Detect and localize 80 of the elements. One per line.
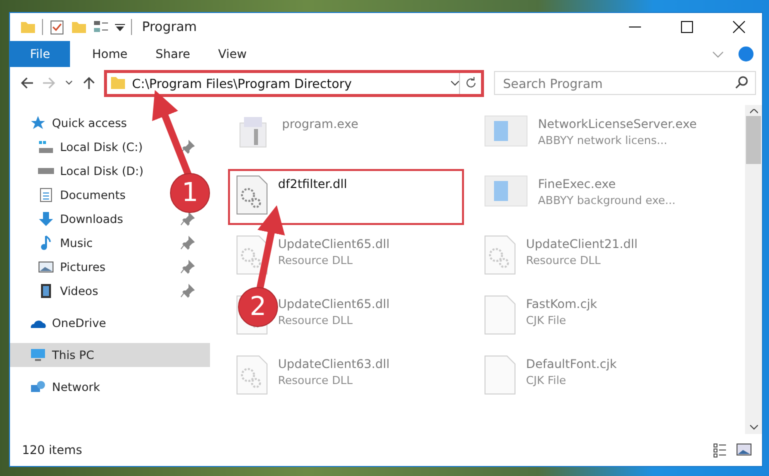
- pin-icon: [180, 259, 196, 275]
- item-count: 120 items: [22, 443, 84, 457]
- scroll-down-icon: [750, 425, 758, 430]
- file-name[interactable]: UpdateClient63.dll: [278, 357, 390, 371]
- step-number: 1: [170, 173, 210, 213]
- file-name[interactable]: FineExec.exe: [538, 177, 676, 191]
- scroll-up-icon: [750, 109, 758, 114]
- file-name[interactable]: UpdateClient21.dll: [526, 237, 638, 251]
- address-bar[interactable]: C:\Program Files\Program Directory: [104, 70, 484, 96]
- file-description: CJK File: [526, 314, 568, 327]
- window-icon: [484, 115, 528, 147]
- document-icon: [38, 187, 54, 203]
- back-button[interactable]: [20, 76, 34, 90]
- file-name[interactable]: NetworkLicenseServer.exe: [538, 117, 697, 131]
- file-description: CJK File: [526, 374, 568, 387]
- file-description: Resource DLL: [278, 254, 354, 267]
- ribbon-tab[interactable]: View: [204, 41, 261, 67]
- up-button[interactable]: [82, 76, 96, 90]
- checklist-icon: [49, 19, 65, 35]
- folder-icon: [20, 19, 36, 35]
- sidebar-item[interactable]: OneDrive: [10, 311, 156, 335]
- step-number: 2: [238, 287, 278, 327]
- file-description: ABBYY background exe...: [538, 194, 676, 207]
- file-name[interactable]: df2tfilter.dll: [278, 177, 348, 191]
- picture-icon: [38, 259, 54, 275]
- network-icon: [30, 379, 46, 395]
- scrollbar[interactable]: [745, 105, 762, 434]
- window-icon: [484, 175, 528, 207]
- folder-icon: [71, 19, 87, 35]
- chevron-down-icon: [451, 80, 459, 86]
- details-view-icon: [712, 442, 728, 458]
- file-description: Resource DLL: [278, 314, 354, 327]
- pin-icon: [180, 211, 196, 227]
- file-name[interactable]: FastKom.cjk: [526, 297, 598, 311]
- pin-icon: [180, 235, 196, 251]
- file-name[interactable]: UpdateClient65.dll: [278, 297, 390, 311]
- monitor-icon: [30, 347, 46, 363]
- drive-icon: [38, 168, 54, 174]
- star-icon: [30, 115, 46, 131]
- search-field[interactable]: Search Program: [494, 71, 756, 95]
- drive-icon: [38, 139, 54, 155]
- gear-file-icon: [484, 235, 516, 275]
- scrollbar-thumb[interactable]: [746, 116, 761, 164]
- pin-icon: [180, 139, 196, 155]
- blank-file-icon: [484, 355, 516, 395]
- ribbon-tab[interactable]: Share: [142, 41, 204, 67]
- pin-icon: [180, 283, 196, 299]
- window-title: Program: [142, 20, 198, 34]
- refresh-icon: [464, 77, 476, 89]
- sidebar-item[interactable]: Quick access: [10, 111, 156, 135]
- maximize-icon: [681, 21, 693, 33]
- sidebar-item[interactable]: Local Disk (C:): [10, 135, 156, 159]
- gear-file-icon: [236, 175, 268, 215]
- large-icons-view-icon: [736, 442, 752, 458]
- gear-file-icon: [236, 355, 268, 395]
- file-name[interactable]: DefaultFont.cjk: [526, 357, 617, 371]
- file-description: Resource DLL: [526, 254, 602, 267]
- search-icon: [734, 75, 750, 91]
- ribbon-tab[interactable]: File: [10, 41, 70, 67]
- file-name[interactable]: program.exe: [282, 117, 358, 131]
- file-name[interactable]: UpdateClient65.dll: [278, 237, 390, 251]
- folder-icon: [110, 75, 126, 91]
- file-description: Resource DLL: [278, 374, 354, 387]
- sidebar-item[interactable]: Local Disk (D:): [10, 159, 156, 183]
- ribbon-tab[interactable]: Home: [78, 41, 142, 67]
- sidebar-item[interactable]: Pictures: [10, 255, 156, 279]
- sidebar-item[interactable]: Videos: [10, 279, 156, 303]
- blank-file-icon: [484, 295, 516, 335]
- sidebar-item[interactable]: Documents: [10, 183, 156, 207]
- sidebar-item[interactable]: Network: [10, 375, 156, 399]
- film-icon: [38, 283, 54, 299]
- dropdown-icon: [115, 24, 125, 30]
- file-description: ABBYY network licens...: [538, 134, 668, 147]
- sidebar-item[interactable]: Music: [10, 231, 156, 255]
- down-arrow-icon: [38, 211, 54, 227]
- close-icon: [733, 21, 745, 33]
- properties-icon: [93, 19, 109, 35]
- gear-file-icon: [236, 235, 268, 275]
- sidebar-item[interactable]: Downloads: [10, 207, 156, 231]
- minimize-icon: [629, 26, 641, 28]
